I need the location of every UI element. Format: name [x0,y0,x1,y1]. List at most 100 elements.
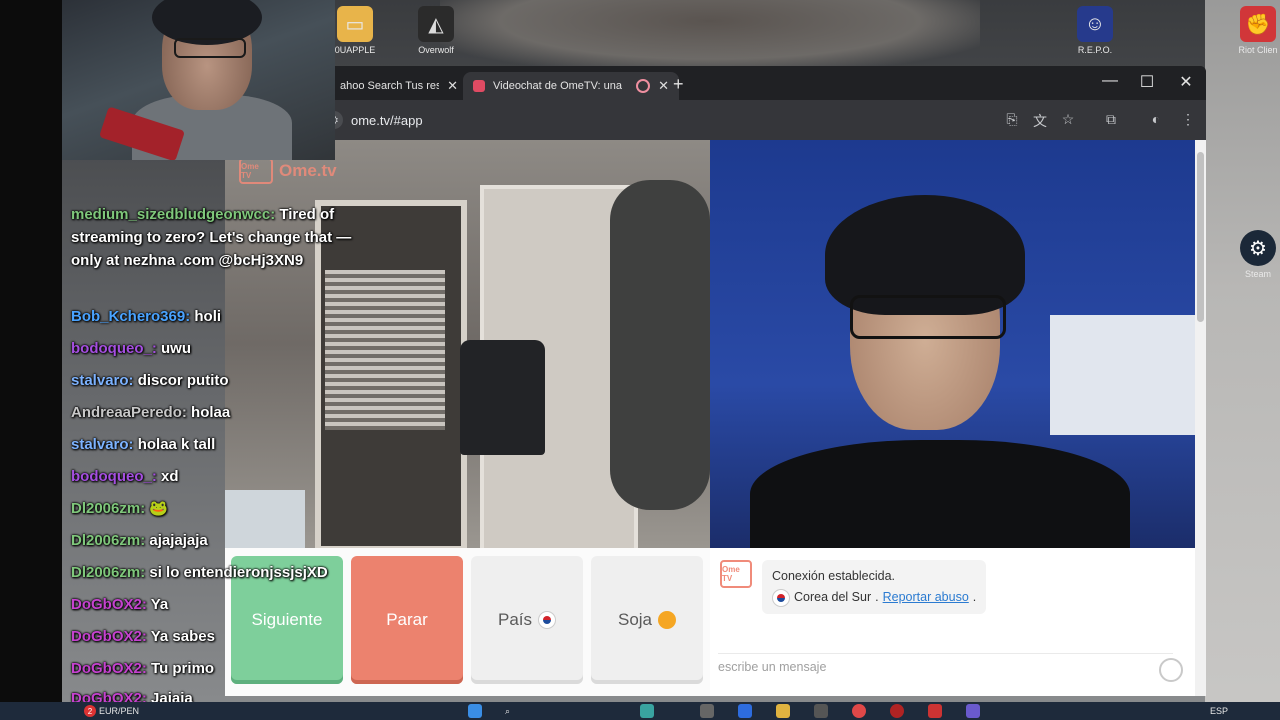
wolf-icon: ◭ [418,6,454,42]
browser-window: ahoo Search Tus resu ✕ Videochat de OmeT… [225,66,1206,696]
gender-button-label: Soja [617,610,653,629]
language-indicator[interactable]: ESP [1210,704,1228,718]
video-tshirt [460,340,545,455]
chat-username: stalvaro: [71,372,134,389]
separator: . [875,590,879,604]
translate-icon[interactable]: 文 [1031,111,1049,131]
app-icon [700,704,714,718]
end-dot: . [972,590,977,604]
star-icon[interactable]: ☆ [1059,111,1077,128]
chat-message: DoGbOX2: Tu primo [71,657,214,680]
tab-title: ahoo Search Tus resu [340,80,440,92]
system-message: Ome TV Conexión establecida. Corea del S… [720,560,987,614]
tab-yahoo-search[interactable]: ahoo Search Tus resu ✕ [330,72,468,100]
country-button-label: País [497,610,533,629]
search-button[interactable]: ⌕ [505,704,510,718]
minimize-button[interactable]: — [1095,72,1125,90]
connection-status: Conexión establecida. [772,569,895,583]
taskbar: 2 EUR/PEN ⌕ ESP [0,702,1280,720]
partner-country: Corea del Sur [794,590,872,604]
desktop-icon-label: Steam [1244,269,1271,279]
message-input[interactable]: escribe un mensaje [718,653,1173,682]
report-abuse-link[interactable]: Reportar abuso [883,587,969,608]
taskbar-app[interactable] [852,704,866,718]
windows-icon [468,704,482,718]
app-icon [640,704,654,718]
app-icon [928,704,942,718]
gender-button[interactable]: Soja [591,556,703,684]
chat-message: Dl2006zm: 🐸 [71,497,168,520]
desktop-wallpaper-blur [440,0,980,70]
desktop-icon-steam[interactable]: ⚙ Steam [1228,230,1280,279]
language-label: ESP [1210,706,1229,716]
chat-message: DoGbOX2: Ya [71,593,168,616]
webcam-glasses [174,38,246,58]
menu-icon[interactable]: ⋮ [1179,111,1197,128]
taskbar-app[interactable] [700,704,714,718]
chat-message: stalvaro: holaa k tall [71,433,215,456]
chat-text: si lo entendieronjssjsjXD [149,564,328,581]
chat-username: bodoqueo_: [71,340,157,357]
taskbar-app[interactable] [966,704,980,718]
taskbar-app[interactable] [928,704,942,718]
stop-button-label: Parar [386,610,428,629]
taskbar-app[interactable] [814,704,828,718]
video-person-glasses [850,295,1006,339]
smiley-icon[interactable] [1159,658,1183,682]
maximize-button[interactable]: ☐ [1132,72,1162,92]
desktop-icon-riot[interactable]: ✊ Riot Clien [1228,6,1280,55]
close-icon[interactable]: ✕ [658,78,669,94]
page-scrollbar[interactable] [1195,140,1206,696]
chat-username: DoGbOX2: [71,628,147,645]
desktop-icon-overwolf[interactable]: ◭ Overwolf [406,6,466,55]
chat-message: Bob_Kchero369: holi [71,305,221,328]
chat-text: 🐸 [149,500,169,517]
browser-toolbar: ⛭ ome.tv/#app ⎘ 文 ☆ ⧉ ◐ ⋮ [225,100,1206,140]
tab-title: Videochat de OmeTV: una [493,80,623,92]
new-tab-button[interactable]: + [673,74,684,95]
chat-username: DoGbOX2: [71,596,147,613]
currency-badge: 2 [84,705,96,717]
country-button[interactable]: País [471,556,583,684]
taskbar-app[interactable] [640,704,654,718]
ometv-page: Ome TV Ome.tv Siguiente Parar País Soja … [225,140,1206,696]
close-window-button[interactable]: ✕ [1171,72,1201,92]
self-video [710,140,1195,548]
taskbar-app[interactable] [776,704,790,718]
discord-icon [966,704,980,718]
taskbar-app[interactable] [890,704,904,718]
start-button[interactable] [468,704,482,718]
currency-widget[interactable]: 2 EUR/PEN [84,704,139,718]
chat-message: Dl2006zm: si lo entendieronjssjsjXD [71,561,328,584]
scrollbar-thumb[interactable] [1197,152,1204,322]
app-icon [738,704,752,718]
taskbar-app[interactable] [738,704,752,718]
tab-strip: ahoo Search Tus resu ✕ Videochat de OmeT… [225,66,1206,100]
profile-icon[interactable]: ◐ [1147,111,1165,127]
close-icon[interactable]: ✕ [447,78,458,94]
game-icon: ☺ [1077,6,1113,42]
chat-text: holi [194,308,222,325]
riot-icon: ✊ [1240,6,1276,42]
desktop-icon-repo[interactable]: ☺ R.E.P.O. [1065,6,1125,55]
steam-icon: ⚙ [1240,230,1276,266]
extensions-icon[interactable]: ⧉ [1102,111,1120,128]
tab-ometv[interactable]: Videochat de OmeTV: una ✕ [463,72,679,100]
desktop-right-area [1205,0,1280,720]
chat-message: stalvaro: discor putito [71,369,229,392]
video-shelf [1050,315,1195,435]
girl-emoji-icon [658,611,677,629]
stream-left-border [0,0,62,720]
chat-text: xd [161,468,179,485]
folder-icon: ▭ [337,6,373,42]
install-app-icon[interactable]: ⎘ [1003,111,1021,128]
stop-button[interactable]: Parar [351,556,463,684]
search-icon: ⌕ [505,705,511,716]
chat-username: Dl2006zm: [71,532,146,549]
address-bar[interactable]: ⛭ ome.tv/#app [325,106,1015,134]
chat-message: bodoqueo_: uwu [71,337,191,360]
chat-text: ajajajaja [149,532,208,549]
chat-username: Dl2006zm: [71,564,146,581]
chat-username: Dl2006zm: [71,500,146,517]
chat-message: Dl2006zm: ajajajaja [71,529,208,552]
